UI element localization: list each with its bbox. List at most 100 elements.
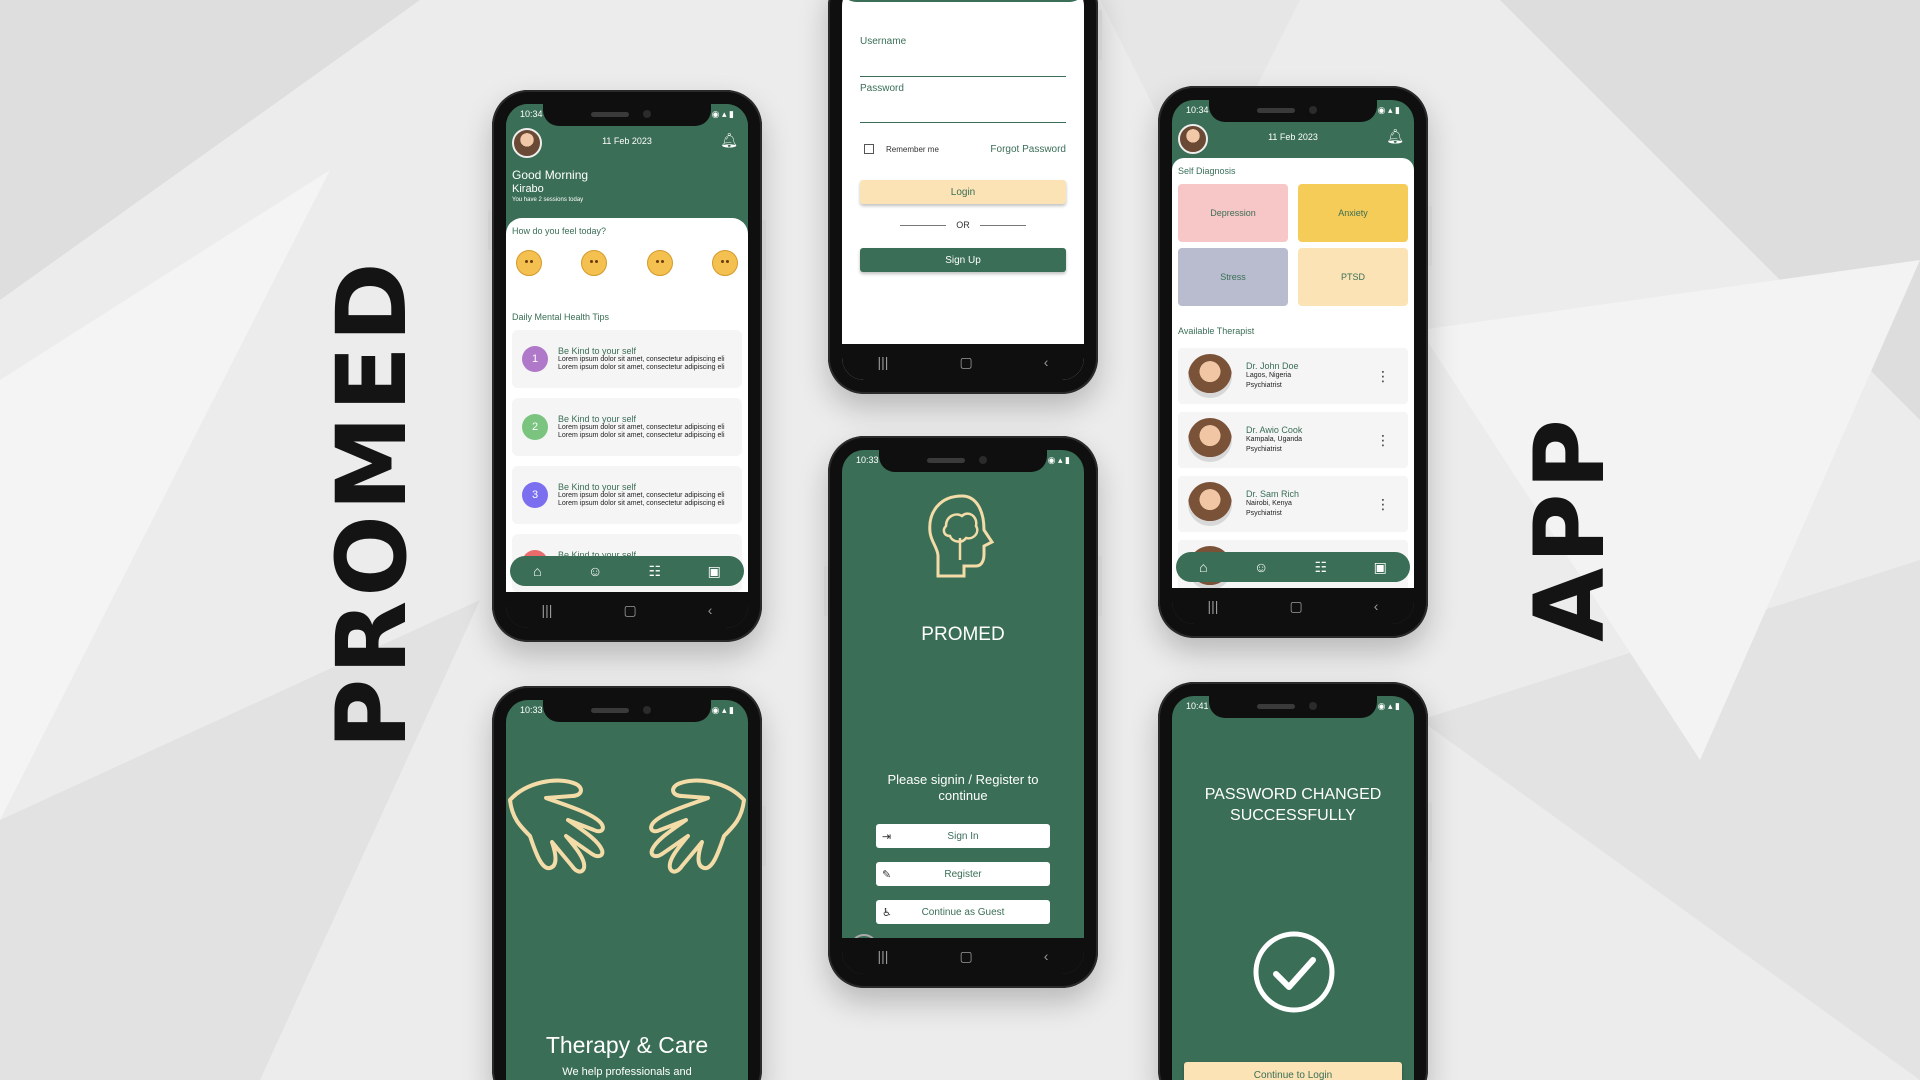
tip-number-badge: 2 <box>522 414 548 440</box>
forgot-password-link[interactable]: Forgot Password <box>990 144 1066 155</box>
status-time: 10:33 <box>856 455 879 465</box>
status-icons: ◉ ▴ ▮ <box>711 705 734 715</box>
therapist-role: Psychiatrist <box>1246 446 1282 453</box>
tip-title: Be Kind to your self <box>558 346 637 356</box>
community-icon[interactable]: ☷ <box>1315 559 1328 576</box>
phone-success: 10:41 ◉ ▴ ▮ PASSWORD CHANGED SUCCESSFULLY… <box>1158 682 1432 1080</box>
recent-apps-icon[interactable]: ||| <box>878 948 889 964</box>
therapist-name: Dr. John Doe <box>1246 361 1299 371</box>
username-label: Username <box>860 36 907 47</box>
status-icons: ◉ ▴ ▮ <box>711 109 734 119</box>
guest-button[interactable]: ♿︎ Continue as Guest <box>876 900 1050 924</box>
tip-body: Lorem ipsum dolor sit amet, consectetur … <box>558 424 725 431</box>
home-icon[interactable]: ⌂ <box>1199 559 1207 575</box>
mood-happy-icon[interactable] <box>711 250 738 276</box>
recent-apps-icon[interactable]: ||| <box>542 602 553 618</box>
tip-body: Lorem ipsum dolor sit amet, consectetur … <box>558 432 725 439</box>
bot-icon[interactable]: ▣ <box>708 563 721 580</box>
right-hand-icon <box>649 778 746 874</box>
status-time: 10:34 <box>520 109 543 119</box>
home-button-icon[interactable]: ▢ <box>959 948 972 965</box>
diagnosis-tile-depression[interactable]: Depression <box>1178 184 1288 242</box>
side-title-promed: PROMED <box>316 258 428 749</box>
bell-icon[interactable]: 🔔︎ <box>1386 128 1404 145</box>
therapy-subtitle: We help professionals and <box>562 1066 692 1078</box>
brand-name: PROMED <box>921 624 1005 645</box>
recent-apps-icon[interactable]: ||| <box>1208 598 1219 614</box>
login-button[interactable]: Login <box>860 180 1066 204</box>
diagnosis-tile-anxiety[interactable]: Anxiety <box>1298 184 1408 242</box>
home-button-icon[interactable]: ▢ <box>1289 598 1302 615</box>
tip-body: Lorem ipsum dolor sit amet, consectetur … <box>558 492 725 499</box>
mood-sad-icon[interactable] <box>516 250 542 276</box>
phone-welcome: 10:33 ◉ ▴ ▮ PROMED Please signin / Regist… <box>824 436 1102 988</box>
signin-button[interactable]: ⇥ Sign In <box>876 824 1050 848</box>
feel-prompt: How do you feel today? <box>512 226 607 236</box>
tips-title: Daily Mental Health Tips <box>512 312 610 322</box>
home-button-icon[interactable]: ▢ <box>623 602 636 619</box>
side-title-app: APP <box>1514 414 1626 642</box>
bot-icon[interactable]: ▣ <box>1374 559 1387 576</box>
check-circle-icon <box>1253 931 1335 1013</box>
therapist-name: Dr. Sam Rich <box>1246 489 1300 499</box>
more-options-icon[interactable]: ⋮ <box>1376 368 1390 385</box>
status-icons: ◉ ▴ ▮ <box>1047 455 1070 465</box>
therapy-title: Therapy & Care <box>545 1032 709 1058</box>
date-label: 11 Feb 2023 <box>602 136 652 146</box>
success-message: PASSWORD CHANGED SUCCESSFULLY <box>1204 786 1382 824</box>
phone-diagnosis: 10:34 ◉ ▴ ▮ 11 Feb 2023 🔔︎ Self Diagnosis… <box>1158 86 1432 638</box>
therapist-name: Dr. Awio Cook <box>1246 425 1303 435</box>
therapist-location: Kampala, Uganda <box>1246 436 1303 443</box>
more-options-icon[interactable]: ⋮ <box>1376 496 1390 513</box>
remember-checkbox[interactable] <box>864 144 874 154</box>
username-input[interactable] <box>860 76 1066 77</box>
therapist-card[interactable]: Dr. Awio Cook Kampala, Uganda Psychiatrist… <box>1178 412 1408 468</box>
signin-icon: ⇥ <box>882 830 892 843</box>
or-divider: OR <box>956 220 970 230</box>
diagnosis-tile-ptsd[interactable]: PTSD <box>1298 248 1408 306</box>
greeting: Good Morning <box>512 168 589 182</box>
tip-body: Lorem ipsum dolor sit amet, consectetur … <box>558 356 725 363</box>
tip-card[interactable]: 2 Be Kind to your self Lorem ipsum dolor s… <box>512 398 742 456</box>
status-time: 10:41 <box>1186 701 1209 711</box>
therapist-role: Psychiatrist <box>1246 510 1282 517</box>
bell-icon[interactable]: 🔔︎ <box>720 132 738 149</box>
status-time: 10:34 <box>1186 105 1209 115</box>
password-input[interactable] <box>860 122 1066 123</box>
signup-button[interactable]: Sign Up <box>860 248 1066 272</box>
therapist-title: Available Therapist <box>1178 326 1255 336</box>
tip-card[interactable]: 1 Be Kind to your self Lorem ipsum dolor s… <box>512 330 742 388</box>
tip-title: Be Kind to your self <box>558 482 637 492</box>
tip-number-badge: 3 <box>522 482 548 508</box>
brain-head-logo-icon <box>928 494 995 578</box>
status-icons: ◉ ▴ ▮ <box>1377 701 1400 711</box>
therapist-card[interactable]: Dr. Sam Rich Nairobi, Kenya Psychiatrist ⋮ <box>1178 476 1408 532</box>
date-label: 11 Feb 2023 <box>1268 132 1318 142</box>
back-icon[interactable]: ‹ <box>1044 948 1049 964</box>
therapist-icon[interactable]: ☺ <box>1254 559 1268 575</box>
bottom-tab-bar: ⌂ ☺ ☷ ▣ <box>510 556 744 586</box>
guest-icon: ♿︎ <box>882 906 892 919</box>
back-icon[interactable]: ‹ <box>1044 354 1049 370</box>
tip-title: Be Kind to your self <box>558 414 637 424</box>
remember-label: Remember me <box>886 145 939 154</box>
tip-body: Lorem ipsum dolor sit amet, consectetur … <box>558 364 725 371</box>
therapist-card[interactable]: Dr. John Doe Lagos, Nigeria Psychiatrist ⋮ <box>1178 348 1408 404</box>
diagnosis-tile-stress[interactable]: Stress <box>1178 248 1288 306</box>
home-icon[interactable]: ⌂ <box>533 563 541 579</box>
therapist-icon[interactable]: ☺ <box>588 563 602 579</box>
more-options-icon[interactable]: ⋮ <box>1376 432 1390 449</box>
register-button[interactable]: ✎ Register <box>876 862 1050 886</box>
community-icon[interactable]: ☷ <box>649 563 662 580</box>
tip-card[interactable]: 3 Be Kind to your self Lorem ipsum dolor s… <box>512 466 742 524</box>
session-count: You have 2 sessions today <box>512 197 584 203</box>
recent-apps-icon[interactable]: ||| <box>878 354 889 370</box>
continue-to-login-button[interactable]: Continue to Login <box>1184 1062 1402 1080</box>
tip-number-badge: 1 <box>522 346 548 372</box>
back-icon[interactable]: ‹ <box>708 602 713 618</box>
home-button-icon[interactable]: ▢ <box>959 354 972 371</box>
mood-tired-icon[interactable] <box>581 250 608 276</box>
back-icon[interactable]: ‹ <box>1374 598 1379 614</box>
phone-login: Username Password Remember me Forgot Pas… <box>828 0 1102 394</box>
mood-neutral-icon[interactable] <box>646 250 673 276</box>
